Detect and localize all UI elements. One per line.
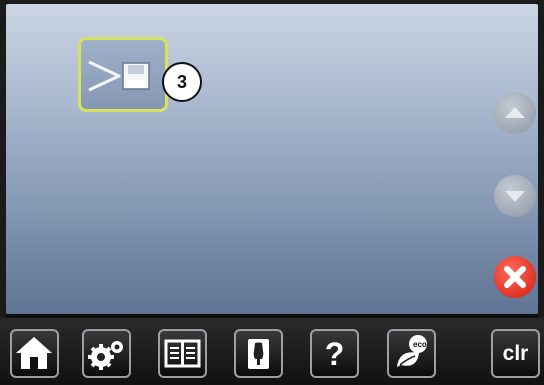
eco-button[interactable]: eco [387, 329, 436, 378]
dress-form-button[interactable] [234, 329, 283, 378]
triangle-down-icon [505, 191, 525, 202]
memory-number-badge: 3 [162, 62, 202, 102]
close-button[interactable] [494, 256, 536, 298]
gears-icon [88, 341, 123, 370]
close-x-icon [504, 266, 526, 288]
clear-button[interactable]: clr [491, 329, 540, 378]
scroll-down-button[interactable] [494, 175, 536, 217]
eco-leaf-icon [397, 335, 427, 367]
clr-label: clr [502, 342, 529, 365]
home-button[interactable] [10, 329, 59, 378]
book-icon [164, 339, 201, 368]
stitch-save-icon [88, 60, 150, 92]
eco-label: eco [413, 340, 427, 349]
home-icon [16, 337, 52, 369]
dress-form-icon [248, 339, 269, 369]
question-icon: ? [324, 336, 345, 372]
settings-button[interactable] [82, 329, 131, 378]
help-button[interactable]: ? [310, 329, 359, 378]
stitch-thumbnail-button[interactable] [78, 37, 168, 112]
triangle-up-icon [505, 107, 525, 118]
scroll-up-button[interactable] [494, 92, 536, 134]
book-button[interactable] [158, 329, 207, 378]
